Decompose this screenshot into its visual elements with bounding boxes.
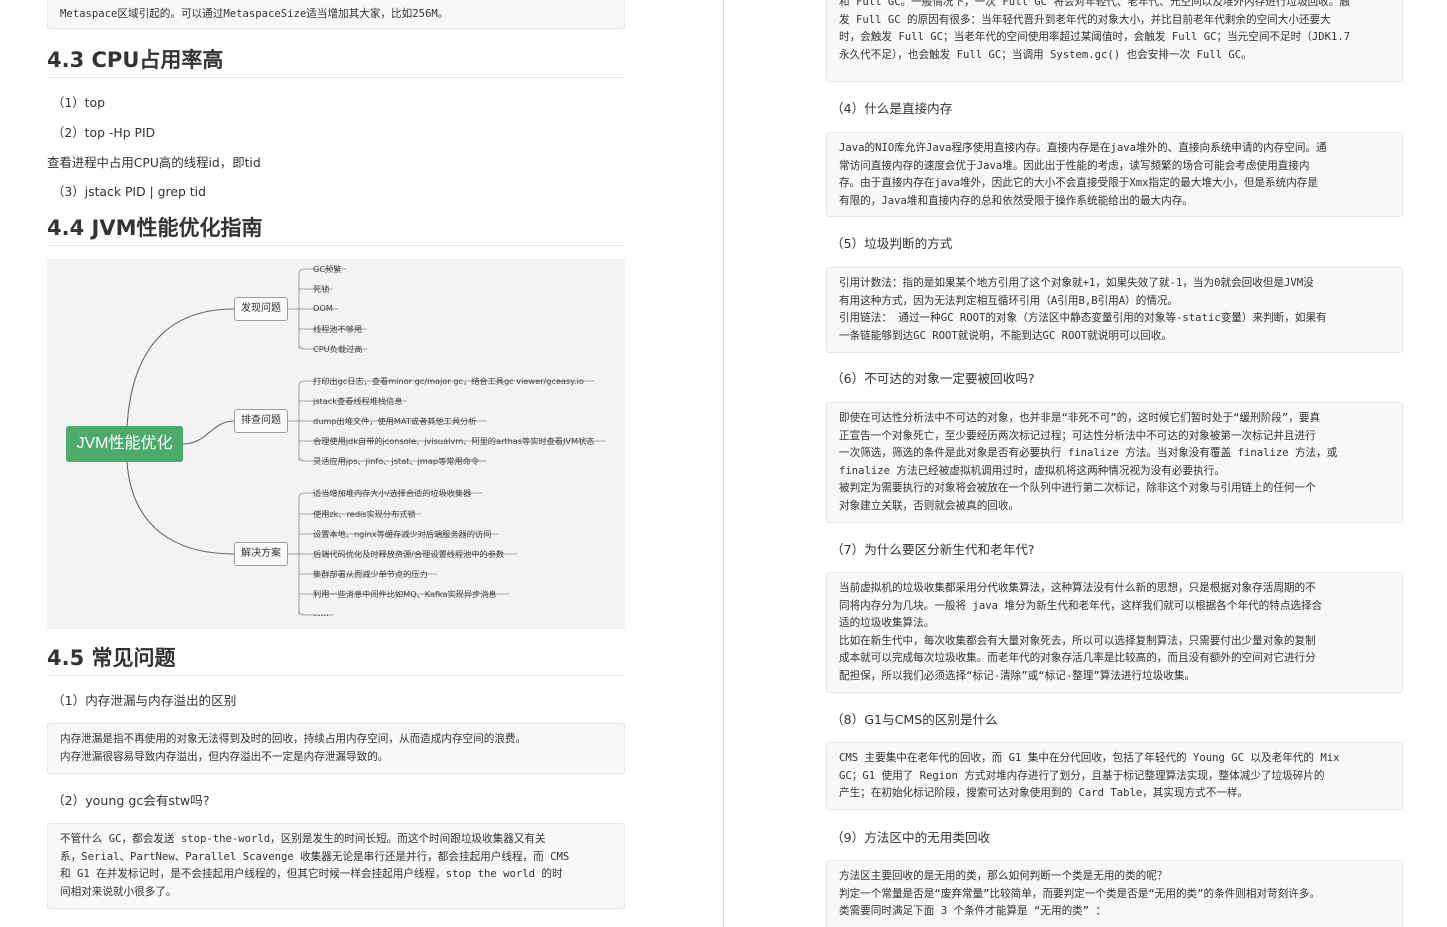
code-line: 对象建立关联，否则就会被真的回收。 xyxy=(839,499,1020,512)
section-title-4-4: 4.4 JVM性能优化指南 xyxy=(47,216,263,240)
left-page: Metaspace区域引起的。可以通过MetaspaceSize适当增加其大家，… xyxy=(0,0,722,927)
list-item: （1）top xyxy=(52,95,105,110)
mindmap-branch-investigate: 排查问题 xyxy=(234,409,288,433)
code-line: 一条链能够到达GC ROOT就说明，不能到达GC ROOT就说明可以回收。 xyxy=(839,329,1172,342)
right-page: 和 Full GC。一般情况下，一次 Full GC 将会对年轻代、老年代、元空… xyxy=(726,0,1447,927)
code-line: 同将内存分为几块。一般将 java 堆分为新生代和老年代，这样我们就可以根据各个… xyxy=(839,599,1323,612)
code-line: CMS 主要集中在老年代的回收，而 G1 集中在分代回收，包括了年轻代的 You… xyxy=(839,752,1340,764)
code-line: Metaspace区域引起的。可以通过MetaspaceSize适当增加其大家，… xyxy=(60,8,449,20)
code-line: 引用链法： 通过一种GC ROOT的对象（方法区中静态变量引用的对象等-stat… xyxy=(839,312,1327,325)
code-line: 永久代不足），也会触发 Full GC；当调用 System.gc() 也会安排… xyxy=(839,48,1252,61)
code-line: 类需要同时满足下面 3 个条件才能算是 “无用的类” ： xyxy=(839,905,1107,918)
code-line: 有限的，Java堆和直接内存的总和依然受限于操作系统能给出的最大内存。 xyxy=(839,194,1193,207)
mindmap-leaf: 后端代码优化及时释放资源/合理设置线程池中的参数 xyxy=(313,549,505,559)
code-block-answer-6: 即使在可达性分析法中不可达的对象，也并非是“非死不可”的，这时候它们暂时处于“缓… xyxy=(826,402,1403,523)
mindmap-leaf: 使用zk、redis实现分布式锁 xyxy=(313,509,416,519)
code-line: 有用这种方式，因为无法判定相互循环引用（A引用B,B引用A）的情况。 xyxy=(839,294,1179,307)
paragraph: 查看进程中占用CPU高的线程id，即tid xyxy=(47,155,261,170)
code-line: 即使在可达性分析法中不可达的对象，也并非是“非死不可”的，这时候它们暂时处于“缓… xyxy=(839,412,1321,424)
page-divider xyxy=(723,0,724,927)
code-block-answer-2: 不管什么 GC，都会发送 stop-the-world，区别是发生的时间长短。而… xyxy=(47,823,625,909)
section-divider xyxy=(47,245,625,246)
code-line: finalize 方法已经被虚拟机调用过时，虚拟机将这两种情况视为没有必要执行。 xyxy=(839,464,1225,477)
section-title-4-5: 4.5 常见问题 xyxy=(47,646,176,670)
mindmap-leaf: 死锁 xyxy=(313,284,330,294)
mindmap-jvm-optimization: JVM性能优化 发现问题 GC频繁 死锁 OOM 线程池不够用 CPU负载过高 … xyxy=(47,259,625,629)
code-line: 和 G1 在并发标记时，是不会挂起用户线程的，但其它时候一样会挂起用户线程，st… xyxy=(60,868,563,881)
mindmap-leaf: 利用一些消息中间件比如MQ、Kafka实现异步消息 xyxy=(313,589,497,599)
code-line: 比如在新生代中，每次收集都会有大量对象死去，所以可以选择复制算法，只需要付出少量… xyxy=(839,634,1316,647)
code-block-answer-9: 方法区主要回收的是无用的类，那么如何判断一个类是无用的类的呢？ 判定一个常量是否… xyxy=(826,860,1403,927)
code-line: 适的垃圾收集算法。 xyxy=(839,617,935,630)
mindmap-leaf: CPU负载过高 xyxy=(313,344,363,354)
mindmap-leaf: dump出堆文件，使用MAT或者其他工具分析 xyxy=(313,416,477,426)
question-heading: （6）不可达的对象一定要被回收吗? xyxy=(831,371,1035,386)
mindmap-branch-solutions: 解决方案 xyxy=(234,542,288,566)
code-line: 引用计数法：指的是如果某个地方引用了这个对象就+1，如果失效了就-1，当为0就会… xyxy=(839,277,1314,289)
code-line: 成本就可以完成每次垃圾收集。而老年代的对象存活几率是比较高的，而且没有额外的空间… xyxy=(839,652,1316,665)
mindmap-leaf: 打印出gc日志，查看minor gc/major gc，结合工具gc viewe… xyxy=(313,376,584,386)
code-line: 系，Serial、PartNew、Parallel Scavenge 收集器无论… xyxy=(60,850,570,863)
code-line: GC；G1 使用了 Region 方式对堆内存进行了划分，且基于标记整理算法实现… xyxy=(839,769,1325,782)
code-line: 被判定为需要执行的对象将会被放在一个队列中进行第二次标记，除非这个对象与引用链上… xyxy=(839,482,1316,495)
list-item: （3）jstack PID | grep tid xyxy=(52,184,206,199)
code-line: 产生；在初始化标记阶段，搜索可达对象使用到的 Card Table，其实现方式不… xyxy=(839,787,1249,800)
question-heading: （5）垃圾判断的方式 xyxy=(831,236,953,251)
question-heading: （1）内存泄漏与内存溢出的区别 xyxy=(52,693,237,708)
code-line: 发 Full GC 的原因有很多：当年轻代晋升到老年代的对象大小，并比目前老年代… xyxy=(839,13,1331,26)
mindmap-leaf: 合理使用jdk自带的jconsole、jvisualvm、阿里的arthas等实… xyxy=(313,436,595,446)
mindmap-leaf: 集群部署从而减少单节点的压力 xyxy=(313,569,428,579)
code-block-answer-7: 当前虚拟机的垃圾收集都采用分代收集算法，这种算法没有什么新的思想，只是根据对象存… xyxy=(826,572,1403,693)
question-heading: （4）什么是直接内存 xyxy=(831,101,953,116)
mindmap-leaf: jstack查看线程堆栈信息 xyxy=(313,396,403,406)
mindmap-leaf: 设置本地、nginx等缓存减少对后端服务器的访问 xyxy=(313,529,492,539)
section-divider xyxy=(47,675,625,676)
mindmap-leaf: OOM xyxy=(313,303,333,313)
code-block-full-gc: 和 Full GC。一般情况下，一次 Full GC 将会对年轻代、老年代、元空… xyxy=(826,0,1403,82)
code-line: 正宣告一个对象死亡，至少要经历两次标记过程；可达性分析法中不可达的对象被第一次标… xyxy=(839,429,1316,442)
mindmap-leaf: 线程池不够用 xyxy=(313,324,363,334)
code-line: Java的NIO库允许Java程序使用直接内存。直接内存是在java堆外的、直接… xyxy=(839,142,1327,154)
code-line: 常访问直接内存的速度会优于Java堆。因此出于性能的考虑，读写频繁的场合可能会考… xyxy=(839,159,1310,172)
code-line: 当前虚拟机的垃圾收集都采用分代收集算法，这种算法没有什么新的思想，只是根据对象存… xyxy=(839,582,1316,594)
section-title-4-3: 4.3 CPU占用率高 xyxy=(47,48,224,72)
question-heading: （7）为什么要区分新生代和老年代? xyxy=(831,542,1035,557)
mindmap-leaf: 灵活应用jps、jinfo、jstat、jmap等常用命令 xyxy=(313,456,480,466)
code-line: 配担保，所以我们必须选择“标记-清除”或“标记-整理”算法进行垃圾收集。 xyxy=(839,669,1196,682)
code-line: 时，会触发 Full GC；当老年代的空间使用率超过某阈值时，会触发 Full … xyxy=(839,31,1351,44)
section-divider xyxy=(47,77,625,78)
code-line: 和 Full GC。一般情况下，一次 Full GC 将会对年轻代、老年代、元空… xyxy=(839,0,1350,8)
mindmap-root-node: JVM性能优化 xyxy=(66,426,183,462)
code-line: 方法区主要回收的是无用的类，那么如何判断一个类是无用的类的呢？ xyxy=(839,870,1168,882)
mindmap-leaf: GC频繁 xyxy=(313,264,342,274)
code-block-metaspace: Metaspace区域引起的。可以通过MetaspaceSize适当增加其大家，… xyxy=(47,0,625,29)
code-line: 内存泄漏是指不再使用的对象无法得到及时的回收，持续占用内存空间，从而造成内存空间… xyxy=(60,733,527,745)
code-block-answer-4: Java的NIO库允许Java程序使用直接内存。直接内存是在java堆外的、直接… xyxy=(826,132,1403,217)
question-heading: （9）方法区中的无用类回收 xyxy=(831,830,991,845)
code-line: 内存泄漏很容易导致内存溢出，但内存溢出不一定是内存泄漏导致的。 xyxy=(60,750,389,763)
mindmap-branch-discover: 发现问题 xyxy=(234,297,288,321)
code-block-answer-5: 引用计数法：指的是如果某个地方引用了这个对象就+1，如果失效了就-1，当为0就会… xyxy=(826,267,1403,353)
question-heading: （8）G1与CMS的区别是什么 xyxy=(831,712,998,727)
code-line: 存。由于直接内存在java堆外，因此它的大小不会直接受限于Xmx指定的最大堆大小… xyxy=(839,177,1318,190)
mindmap-leaf: 适当增加堆内存大小/选择合适的垃圾收集器 xyxy=(313,488,472,498)
code-line: 判定一个常量是否是“废弃常量”比较简单，而要判定一个类是否是“无用的类”的条件则… xyxy=(839,887,1321,900)
list-item: （2）top -Hp PID xyxy=(52,125,156,140)
code-block-answer-1: 内存泄漏是指不再使用的对象无法得到及时的回收，持续占用内存空间，从而造成内存空间… xyxy=(47,723,625,774)
question-heading: （2）young gc会有stw吗? xyxy=(52,793,210,808)
code-block-answer-8: CMS 主要集中在老年代的回收，而 G1 集中在分代回收，包括了年轻代的 You… xyxy=(826,742,1403,810)
code-line: 间相对来说就小很多了。 xyxy=(60,885,177,898)
code-line: 一次筛选，筛选的条件是此对象是否有必要执行 finalize 方法。当对象没有覆… xyxy=(839,447,1338,460)
mindmap-leaf: ...... xyxy=(313,608,329,618)
code-line: 不管什么 GC，都会发送 stop-the-world，区别是发生的时间长短。而… xyxy=(60,833,546,845)
